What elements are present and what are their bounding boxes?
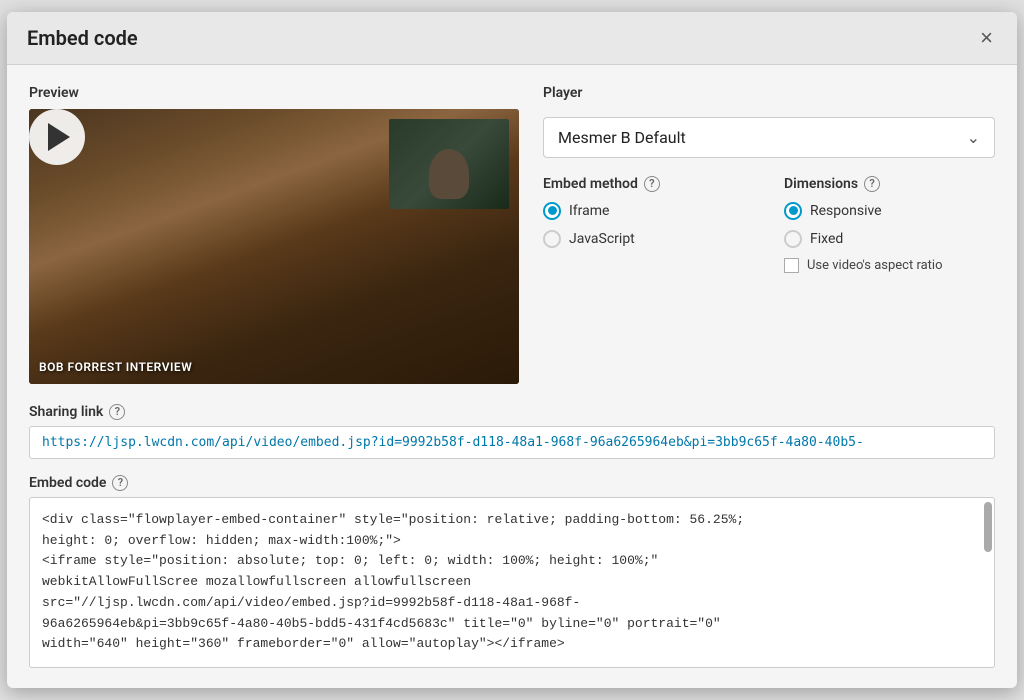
player-dropdown[interactable]: Mesmer B Default ⌄ [543,117,995,158]
sharing-link-help-icon[interactable]: ? [109,404,125,420]
embed-method-label: Embed method ? [543,176,754,192]
video-caption: BOB FORREST INTERVIEW [39,360,192,374]
modal-header: Embed code × [7,12,1017,65]
close-button[interactable]: × [976,27,997,49]
radio-iframe-circle[interactable] [543,202,561,220]
embed-code-box[interactable]: <div class="flowplayer-embed-container" … [29,497,995,669]
radio-responsive-circle[interactable] [784,202,802,220]
right-section: Player Mesmer B Default ⌄ Embed method ? [543,85,995,384]
embed-code-help-icon[interactable]: ? [112,475,128,491]
video-player[interactable]: BOB FORREST INTERVIEW [29,109,519,384]
dimensions-help-icon[interactable]: ? [864,176,880,192]
sharing-link-heading: Sharing link ? [29,404,995,420]
radio-iframe-label: Iframe [569,203,609,219]
radio-javascript-circle[interactable] [543,230,561,248]
radio-javascript[interactable]: JavaScript [543,230,754,248]
player-section: Player Mesmer B Default ⌄ [543,85,995,158]
preview-section: Preview BOB FORREST INTERVIEW [29,85,519,384]
player-selected-value: Mesmer B Default [558,128,686,147]
aspect-ratio-label: Use video's aspect ratio [807,258,943,273]
play-button[interactable] [29,109,85,165]
radio-iframe[interactable]: Iframe [543,202,754,220]
radio-fixed-circle[interactable] [784,230,802,248]
modal-title: Embed code [27,26,138,50]
radio-fixed[interactable]: Fixed [784,230,995,248]
modal-body: Preview BOB FORREST INTERVIEW Player Mes… [7,65,1017,689]
dimensions-label: Dimensions ? [784,176,995,192]
embed-code-modal: Embed code × Preview BOB FORREST INTERVI… [7,12,1017,689]
radio-responsive[interactable]: Responsive [784,202,995,220]
options-row: Embed method ? Iframe JavaScript [543,176,995,273]
sharing-section: Sharing link ? https://ljsp.lwcdn.com/ap… [29,404,995,459]
aspect-ratio-checkbox-box[interactable] [784,258,799,273]
chevron-down-icon: ⌄ [967,128,980,147]
player-label: Player [543,85,995,101]
embed-code-section: Embed code ? <div class="flowplayer-embe… [29,475,995,669]
sharing-link-box[interactable]: https://ljsp.lwcdn.com/api/video/embed.j… [29,426,995,459]
embed-method-group: Embed method ? Iframe JavaScript [543,176,754,273]
top-section: Preview BOB FORREST INTERVIEW Player Mes… [29,85,995,384]
radio-responsive-label: Responsive [810,203,882,219]
video-overlay-person [389,119,509,209]
embed-code-heading: Embed code ? [29,475,995,491]
dimensions-group: Dimensions ? Responsive Fixed [784,176,995,273]
scrollbar[interactable] [984,502,992,552]
radio-fixed-label: Fixed [810,231,843,247]
radio-javascript-label: JavaScript [569,231,635,247]
embed-code-text: <div class="flowplayer-embed-container" … [42,512,744,652]
embed-method-help-icon[interactable]: ? [644,176,660,192]
aspect-ratio-checkbox[interactable]: Use video's aspect ratio [784,258,995,273]
preview-label: Preview [29,85,519,101]
